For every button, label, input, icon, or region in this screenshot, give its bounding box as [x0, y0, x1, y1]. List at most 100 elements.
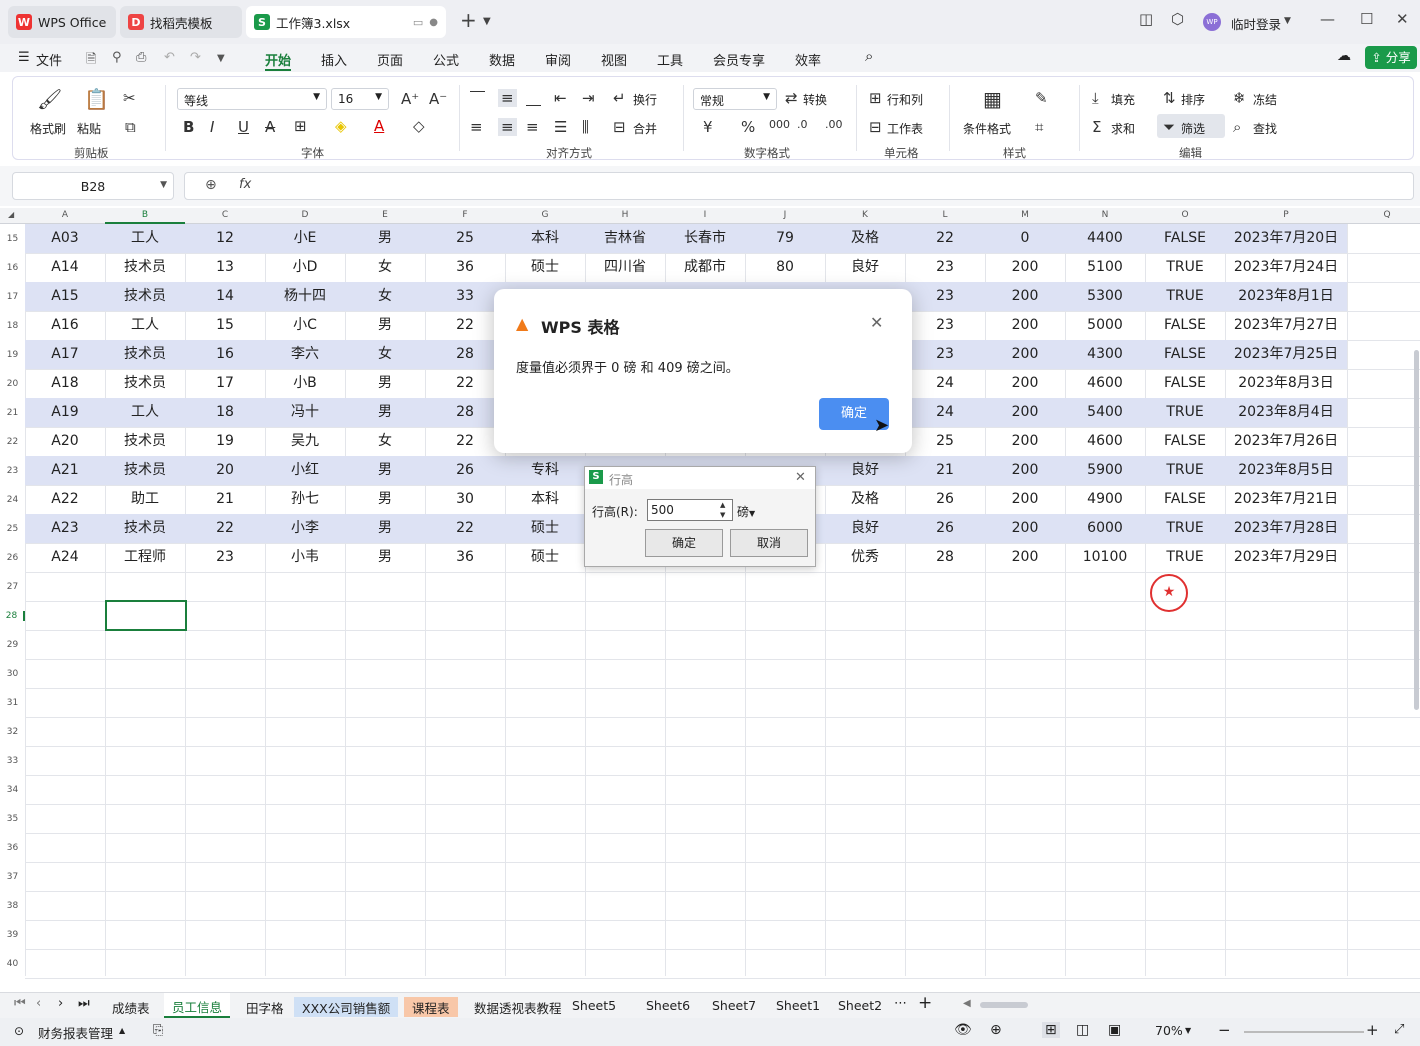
cell[interactable]: A20 [25, 427, 105, 456]
column-header-H[interactable]: H [585, 210, 665, 220]
cell[interactable]: 28 [425, 340, 505, 369]
cell[interactable]: A14 [25, 253, 105, 282]
cell[interactable]: 80 [745, 253, 825, 282]
cell[interactable]: 工人 [105, 398, 185, 427]
align-right-icon[interactable]: ≡ [526, 118, 539, 136]
cell[interactable]: 2023年7月28日 [1225, 514, 1347, 543]
cell[interactable]: TRUE [1145, 543, 1225, 572]
cell[interactable]: FALSE [1145, 224, 1225, 253]
cell[interactable]: 成都市 [665, 253, 745, 282]
cell[interactable]: 本科 [505, 224, 585, 253]
conditional-format-button[interactable]: 条件格式 [963, 120, 1011, 137]
cell[interactable]: 四川省 [585, 253, 665, 282]
minimize-icon[interactable]: — [1320, 10, 1335, 28]
decrease-decimal-icon[interactable]: .00 [825, 118, 843, 131]
column-header-J[interactable]: J [745, 210, 825, 220]
cloud-icon[interactable]: ☁ [1337, 48, 1351, 64]
cell[interactable]: 22 [905, 224, 985, 253]
column-header-Q[interactable]: Q [1347, 210, 1420, 220]
name-box[interactable]: B28 ▼ [12, 172, 174, 200]
cell[interactable]: TRUE [1145, 514, 1225, 543]
cell[interactable]: 良好 [825, 253, 905, 282]
row-header[interactable]: 22 [0, 437, 25, 447]
cell[interactable]: 良好 [825, 456, 905, 485]
cell[interactable]: 小C [265, 311, 345, 340]
cell[interactable]: 小E [265, 224, 345, 253]
menu-member[interactable]: 会员专享 [713, 50, 765, 69]
column-header-B[interactable]: B [105, 210, 185, 224]
cell[interactable]: 4600 [1065, 369, 1145, 398]
avatar[interactable]: WP [1203, 13, 1221, 31]
cell[interactable]: 13 [185, 253, 265, 282]
sheet-tab[interactable]: Sheet2 [830, 997, 890, 1017]
freeze-button[interactable]: 冻结 [1253, 91, 1277, 108]
sheet-tab[interactable]: Sheet5 [564, 997, 624, 1017]
cell[interactable]: 200 [985, 427, 1065, 456]
cell[interactable]: 小红 [265, 456, 345, 485]
cell[interactable]: 18 [185, 398, 265, 427]
row-header[interactable]: 32 [0, 727, 25, 737]
cell[interactable]: 25 [425, 224, 505, 253]
cell[interactable]: 技术员 [105, 340, 185, 369]
hamburger-icon[interactable]: ☰ [18, 50, 30, 65]
cell[interactable]: 26 [905, 514, 985, 543]
print-preview-icon[interactable]: ⎙ [136, 50, 146, 65]
cell[interactable]: TRUE [1145, 253, 1225, 282]
close-icon[interactable]: ✕ [795, 470, 806, 485]
cell[interactable]: 女 [345, 282, 425, 311]
formula-input[interactable]: ⊕ fx [184, 172, 1414, 200]
cell[interactable]: 助工 [105, 485, 185, 514]
login-button[interactable]: 临时登录 [1231, 14, 1281, 33]
column-header-P[interactable]: P [1225, 210, 1347, 220]
cell[interactable]: 79 [745, 224, 825, 253]
chevron-down-icon[interactable]: ▼ [1284, 16, 1291, 26]
column-header-D[interactable]: D [265, 210, 345, 220]
cell[interactable]: 5300 [1065, 282, 1145, 311]
tab-docer-template[interactable]: D 找稻壳模板 [120, 6, 242, 38]
cell[interactable]: 28 [425, 398, 505, 427]
chevron-down-icon[interactable]: ▼ [217, 53, 225, 64]
font-name-select[interactable]: 等线 ▼ [177, 88, 327, 110]
close-icon[interactable]: ✕ [1396, 10, 1409, 28]
cell[interactable]: A15 [25, 282, 105, 311]
cell[interactable]: FALSE [1145, 485, 1225, 514]
row-header[interactable]: 17 [0, 292, 25, 302]
cell[interactable]: FALSE [1145, 427, 1225, 456]
page-view-icon[interactable]: ◫ [1076, 1022, 1089, 1038]
new-tab-icon[interactable]: + [460, 8, 477, 32]
cell[interactable]: 12 [185, 224, 265, 253]
align-bottom-icon[interactable]: ⎽ [526, 89, 541, 107]
cell[interactable]: 200 [985, 282, 1065, 311]
cell[interactable]: 孙七 [265, 485, 345, 514]
font-color-icon[interactable]: A [374, 117, 384, 135]
font-size-select[interactable]: 16 ▼ [331, 88, 389, 110]
sheet-tab[interactable]: Sheet1 [768, 997, 828, 1017]
last-sheet-icon[interactable]: ⏭ [78, 996, 90, 1011]
row-header[interactable]: 36 [0, 843, 25, 853]
conditional-format-icon[interactable]: ▦ [983, 87, 1002, 111]
column-header-M[interactable]: M [985, 210, 1065, 220]
cell[interactable]: 小韦 [265, 543, 345, 572]
row-header[interactable]: 23 [0, 466, 25, 476]
convert-button[interactable]: 转换 [803, 91, 827, 108]
cell[interactable]: 21 [185, 485, 265, 514]
cell[interactable]: 男 [345, 514, 425, 543]
cell[interactable]: 技术员 [105, 456, 185, 485]
cell[interactable]: A18 [25, 369, 105, 398]
format-painter-icon[interactable]: 🖌 [37, 87, 62, 111]
table-style-icon[interactable]: ⌗ [1035, 118, 1043, 136]
cell[interactable]: 女 [345, 340, 425, 369]
normal-view-icon[interactable]: ⊞ [1042, 1022, 1060, 1038]
view-mode-icon[interactable]: ⊕ [990, 1022, 1002, 1038]
cell[interactable]: 技术员 [105, 253, 185, 282]
first-sheet-icon[interactable]: ⏮ [14, 996, 26, 1011]
align-middle-icon[interactable]: ≡ [498, 89, 517, 107]
cell[interactable]: 优秀 [825, 543, 905, 572]
save-icon[interactable]: 🗎 [86, 50, 96, 72]
cell[interactable]: 22 [185, 514, 265, 543]
cell[interactable]: 技术员 [105, 514, 185, 543]
sheet-tab[interactable]: Sheet7 [704, 997, 764, 1017]
search-icon[interactable]: ⌕ [865, 47, 873, 65]
column-header-E[interactable]: E [345, 210, 425, 220]
wrap-icon[interactable]: ↵ [613, 89, 626, 107]
